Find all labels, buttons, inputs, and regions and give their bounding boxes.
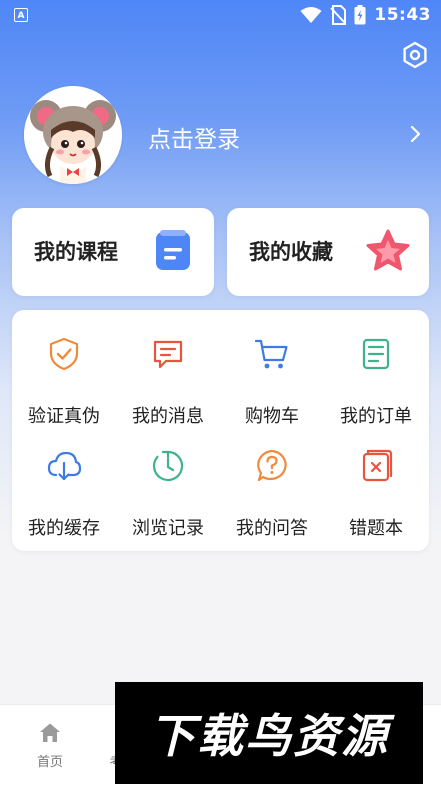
watermark-text: 下载鸟资源: [149, 709, 389, 763]
login-link[interactable]: 点击登录: [148, 120, 240, 154]
app-notification-icon: A: [14, 8, 28, 22]
avatar-illustration: [24, 86, 122, 184]
grid-item-cache[interactable]: 我的缓存: [12, 422, 116, 539]
no-sim-icon: [330, 5, 347, 25]
home-icon: [40, 723, 60, 742]
cart-icon: [254, 339, 288, 369]
grid-item-history[interactable]: 浏览记录: [116, 422, 220, 539]
chevron-right-icon: [410, 125, 421, 143]
status-bar: A 15:43: [0, 0, 441, 32]
star-icon: [366, 229, 410, 271]
grid-label: 我的问答: [236, 518, 308, 539]
history-icon: [152, 450, 184, 482]
grid-item-cart[interactable]: 购物车: [220, 310, 324, 427]
grid-label: 我的缓存: [28, 518, 100, 539]
avatar[interactable]: [24, 86, 122, 184]
shield-check-icon: [49, 337, 79, 371]
cloud-download-icon: [47, 451, 82, 481]
grid-label: 浏览记录: [132, 518, 204, 539]
document-icon: [156, 230, 190, 270]
settings-button[interactable]: [398, 38, 432, 72]
order-icon: [362, 338, 390, 370]
grid-label: 错题本: [349, 518, 403, 539]
profile-row[interactable]: 点击登录: [24, 86, 424, 184]
status-time: 15:43: [374, 5, 431, 25]
question-icon: [257, 449, 287, 482]
grid-item-verify[interactable]: 验证真伪: [12, 310, 116, 427]
message-icon: [153, 340, 183, 369]
my-courses-card[interactable]: 我的课程: [12, 208, 214, 296]
my-courses-label: 我的课程: [34, 240, 118, 264]
battery-charging-icon: [354, 5, 366, 25]
settings-hex-icon: [403, 41, 427, 69]
grid-item-qa[interactable]: 我的问答: [220, 422, 324, 539]
wifi-icon: [300, 7, 322, 23]
error-book-icon: [362, 449, 393, 482]
my-favorites-label: 我的收藏: [249, 240, 333, 264]
grid-item-error-book[interactable]: 错题本: [324, 422, 428, 539]
watermark-banner: 下载鸟资源: [115, 682, 423, 784]
features-grid: 验证真伪 我的消息 购物车 我的订单 我的缓存 浏览记录 我的问答 错题本: [12, 310, 429, 551]
grid-item-orders[interactable]: 我的订单: [324, 310, 428, 427]
status-bar-right: 15:43: [300, 4, 431, 26]
grid-item-messages[interactable]: 我的消息: [116, 310, 220, 427]
my-favorites-card[interactable]: 我的收藏: [227, 208, 429, 296]
